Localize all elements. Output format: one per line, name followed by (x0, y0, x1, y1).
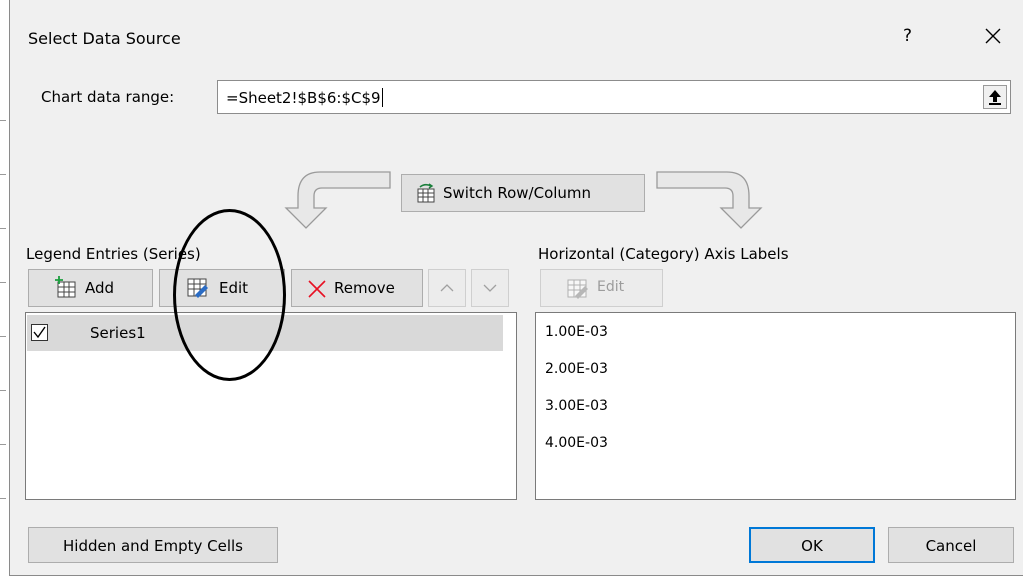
move-up-button[interactable] (428, 269, 466, 307)
add-label: Add (85, 279, 115, 297)
remove-series-button[interactable]: Remove (291, 269, 423, 307)
check-icon (33, 326, 46, 339)
remove-x-icon (308, 280, 326, 298)
legend-entries-label: Legend Entries (Series) (26, 245, 201, 263)
cancel-label: Cancel (925, 537, 977, 555)
hidden-and-empty-cells-label: Hidden and Empty Cells (63, 537, 243, 555)
grid-line (0, 174, 6, 175)
grid-line (0, 444, 6, 445)
collapse-dialog-button[interactable] (983, 85, 1007, 109)
spreadsheet-edge (0, 0, 9, 576)
add-table-icon (55, 276, 76, 298)
list-item[interactable]: Series1 (27, 315, 503, 351)
series-checkbox[interactable] (31, 324, 48, 341)
add-series-button[interactable]: Add (28, 269, 153, 307)
list-item[interactable]: 2.00E-03 (545, 361, 608, 377)
close-button[interactable] (978, 18, 1008, 54)
dialog-title: Select Data Source (28, 29, 181, 48)
ok-button[interactable]: OK (749, 527, 875, 563)
right-curved-arrow-icon (656, 171, 763, 229)
switch-row-column-button[interactable]: Switch Row/Column (401, 174, 645, 212)
hidden-and-empty-cells-button[interactable]: Hidden and Empty Cells (28, 527, 278, 563)
close-icon (985, 28, 1001, 44)
series-name: Series1 (90, 324, 146, 342)
cancel-button[interactable]: Cancel (888, 527, 1014, 563)
edit-table-icon (567, 279, 588, 299)
upload-arrow-icon (989, 90, 1001, 105)
left-curved-arrow-icon (284, 171, 391, 229)
axis-labels-list[interactable]: 1.00E-03 2.00E-03 3.00E-03 4.00E-03 (535, 312, 1016, 500)
axis-edit-label: Edit (597, 279, 625, 295)
chevron-up-icon (440, 284, 454, 292)
grid-line (0, 336, 6, 337)
legend-series-list[interactable]: Series1 (25, 312, 517, 500)
grid-line (0, 282, 6, 283)
move-down-button[interactable] (471, 269, 509, 307)
edit-series-button[interactable]: Edit (159, 269, 285, 307)
chart-data-range-value: =Sheet2!$B$6:$C$9 (226, 88, 383, 107)
ok-label: OK (801, 537, 823, 555)
grid-line (0, 498, 6, 499)
edit-axis-labels-button[interactable]: Edit (540, 269, 663, 307)
grid-line (0, 120, 6, 121)
list-item[interactable]: 3.00E-03 (545, 398, 608, 414)
title-bar: Select Data Source ? (10, 0, 1023, 72)
grid-line (0, 390, 6, 391)
edit-label: Edit (219, 279, 249, 297)
list-item[interactable]: 1.00E-03 (545, 324, 608, 340)
grid-line (0, 228, 6, 229)
edit-table-icon (187, 278, 208, 298)
chevron-down-icon (483, 284, 497, 292)
axis-labels-heading: Horizontal (Category) Axis Labels (538, 245, 789, 263)
remove-label: Remove (334, 279, 395, 297)
switch-row-column-icon (417, 183, 435, 203)
chart-data-range-input[interactable]: =Sheet2!$B$6:$C$9 (217, 80, 1011, 114)
chart-data-range-label: Chart data range: (41, 88, 175, 106)
list-item[interactable]: 4.00E-03 (545, 435, 608, 451)
switch-row-column-label: Switch Row/Column (443, 184, 592, 202)
select-data-source-dialog: Select Data Source ? Chart data range: =… (9, 0, 1023, 576)
help-button[interactable]: ? (903, 26, 912, 46)
